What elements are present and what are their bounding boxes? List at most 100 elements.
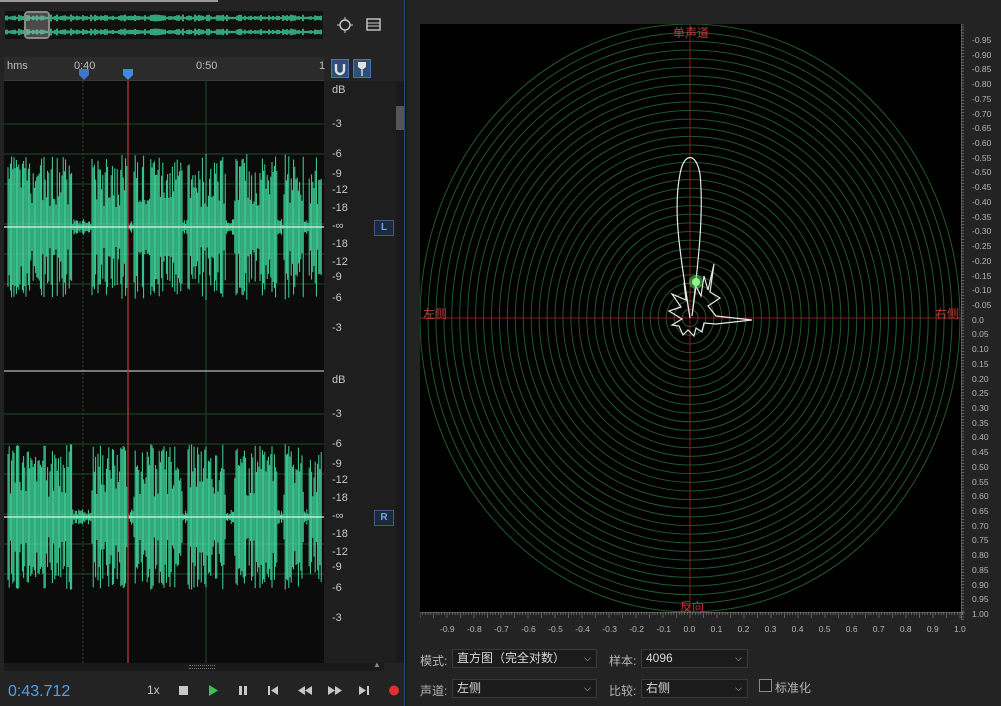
waveform-display[interactable]	[4, 81, 324, 663]
stop-icon[interactable]	[177, 683, 191, 699]
mode-select[interactable]: 直方图（完全对数） ⌵	[452, 649, 597, 668]
ruler-mark-1: 1	[319, 60, 326, 72]
chevron-down-icon: ⌵	[584, 683, 591, 693]
right-scale-label: 0.70	[972, 520, 989, 531]
bottom-scale-label: -0.4	[575, 624, 590, 634]
zoom-icon[interactable]	[336, 16, 354, 34]
right-scale-label: -0.60	[972, 138, 992, 149]
right-scale-label: 0.55	[972, 476, 989, 487]
bottom-scale-label: 0.9	[926, 624, 939, 634]
channel-select-value: 左侧	[457, 681, 482, 695]
bottom-scale-ticks	[420, 612, 965, 618]
bottom-scale-label: -0.1	[656, 624, 672, 634]
label-left: 左侧	[423, 307, 448, 321]
phase-meter-plot	[420, 24, 961, 612]
right-db-label: -3	[332, 408, 342, 420]
right-scale-label: -0.35	[972, 211, 992, 222]
right-scale-label: 0.95	[972, 594, 989, 605]
bottom-scale-label: 0.8	[899, 624, 912, 634]
left-db-label: -3	[332, 118, 342, 130]
right-db-label: -12	[332, 546, 348, 558]
right-scale-label: 0.45	[972, 447, 989, 458]
right-scale-label: 0.80	[972, 550, 989, 561]
marker-button[interactable]	[353, 59, 371, 78]
play-icon[interactable]	[206, 683, 220, 699]
right-scale-label: -0.40	[972, 196, 992, 207]
channel-label: 声道:	[420, 684, 448, 698]
channel-select[interactable]: 左侧 ⌵	[452, 679, 597, 698]
marker-icon	[358, 62, 366, 76]
playback-speed[interactable]: 1x	[147, 683, 160, 699]
right-scale-label: 0.85	[972, 564, 989, 575]
bottom-scale-label: -0.9	[440, 624, 455, 634]
right-db-label: -6	[332, 438, 342, 450]
scroll-up-arrow-icon[interactable]: ▲	[373, 660, 381, 669]
right-scale-ticks	[961, 24, 964, 620]
scroll-grip[interactable]	[189, 665, 215, 669]
snap-magnet-button[interactable]	[331, 59, 349, 78]
right-scale-label: 0.50	[972, 461, 989, 472]
right-scale-label: -0.95	[972, 35, 992, 45]
list-icon[interactable]	[365, 16, 383, 34]
overview-handle[interactable]	[24, 11, 50, 39]
right-scale-label: 0.10	[972, 344, 989, 355]
right-scale-label: -0.70	[972, 108, 992, 119]
right-scale-label: 0.30	[972, 403, 989, 413]
fast-forward-icon[interactable]	[326, 683, 344, 699]
right-scale-label: 0.25	[972, 388, 989, 399]
right-scale-label: -0.20	[972, 255, 992, 266]
normalize-checkbox[interactable]	[759, 679, 772, 692]
bottom-scale-label: 0.3	[764, 624, 777, 634]
record-icon[interactable]	[387, 683, 401, 699]
left-db-label: -∞	[332, 220, 344, 232]
right-scale-label: 0.65	[972, 506, 989, 517]
right-scale-label: -0.85	[972, 64, 992, 75]
samples-select[interactable]: 4096 ⌵	[641, 649, 748, 668]
right-db-label: -12	[332, 474, 348, 486]
vertical-scroll-thumb[interactable]	[396, 106, 404, 130]
bottom-scale-label: -0.8	[467, 624, 482, 634]
right-scale-label: -0.65	[972, 123, 992, 134]
right-scale-label: -0.45	[972, 182, 992, 193]
skip-start-icon[interactable]	[266, 683, 280, 699]
right-scale-label: -0.10	[972, 285, 992, 296]
vertical-scrollbar[interactable]	[396, 81, 404, 663]
right-scale-label: -0.50	[972, 167, 992, 178]
mode-select-value: 直方图（完全对数）	[457, 651, 566, 665]
right-scale-label: 0.60	[972, 491, 989, 502]
rewind-icon[interactable]	[296, 683, 314, 699]
bottom-scale-label: 0.4	[791, 624, 804, 634]
right-scale-label: 0.35	[972, 417, 989, 428]
right-scale-label: 0.40	[972, 432, 989, 443]
right-db-label: dB	[332, 374, 346, 386]
marker-flag-icon[interactable]	[78, 69, 90, 81]
right-scale-label: -0.75	[972, 93, 992, 104]
mode-label: 模式:	[420, 654, 448, 668]
label-mono: 单声道	[673, 26, 710, 40]
left-db-label: -6	[332, 148, 342, 160]
horizontal-scrollbar[interactable]: ▲	[4, 660, 384, 671]
right-scale-label: -0.90	[972, 49, 992, 60]
ruler-mark-050: 0:50	[196, 60, 218, 72]
time-ruler[interactable]: hms 0:40 0:50 1	[4, 57, 326, 81]
skip-end-icon[interactable]	[357, 683, 371, 699]
channel-r-badge[interactable]: R	[374, 510, 394, 526]
right-scale-label: -0.80	[972, 79, 992, 90]
playhead-flag-icon[interactable]	[122, 69, 134, 81]
pause-icon[interactable]	[236, 683, 250, 699]
left-db-label: -6	[332, 292, 342, 304]
bottom-scale-label: 0.5	[818, 624, 831, 634]
compare-select[interactable]: 右侧 ⌵	[641, 679, 748, 698]
left-db-label: -18	[332, 238, 348, 250]
label-right: 右侧	[935, 307, 960, 321]
overview-navigator[interactable]	[5, 11, 323, 39]
left-db-label: -9	[332, 271, 342, 283]
bottom-scale-label: -0.2	[629, 624, 644, 634]
channel-l-badge[interactable]: L	[374, 220, 394, 236]
right-db-label: -3	[332, 612, 342, 624]
left-db-label: -12	[332, 256, 348, 268]
right-scale-label: 0.0	[972, 314, 984, 325]
overview-top-bar	[0, 0, 218, 2]
left-db-label: -3	[332, 322, 342, 334]
current-time-display[interactable]: 0:43.712	[8, 683, 70, 701]
